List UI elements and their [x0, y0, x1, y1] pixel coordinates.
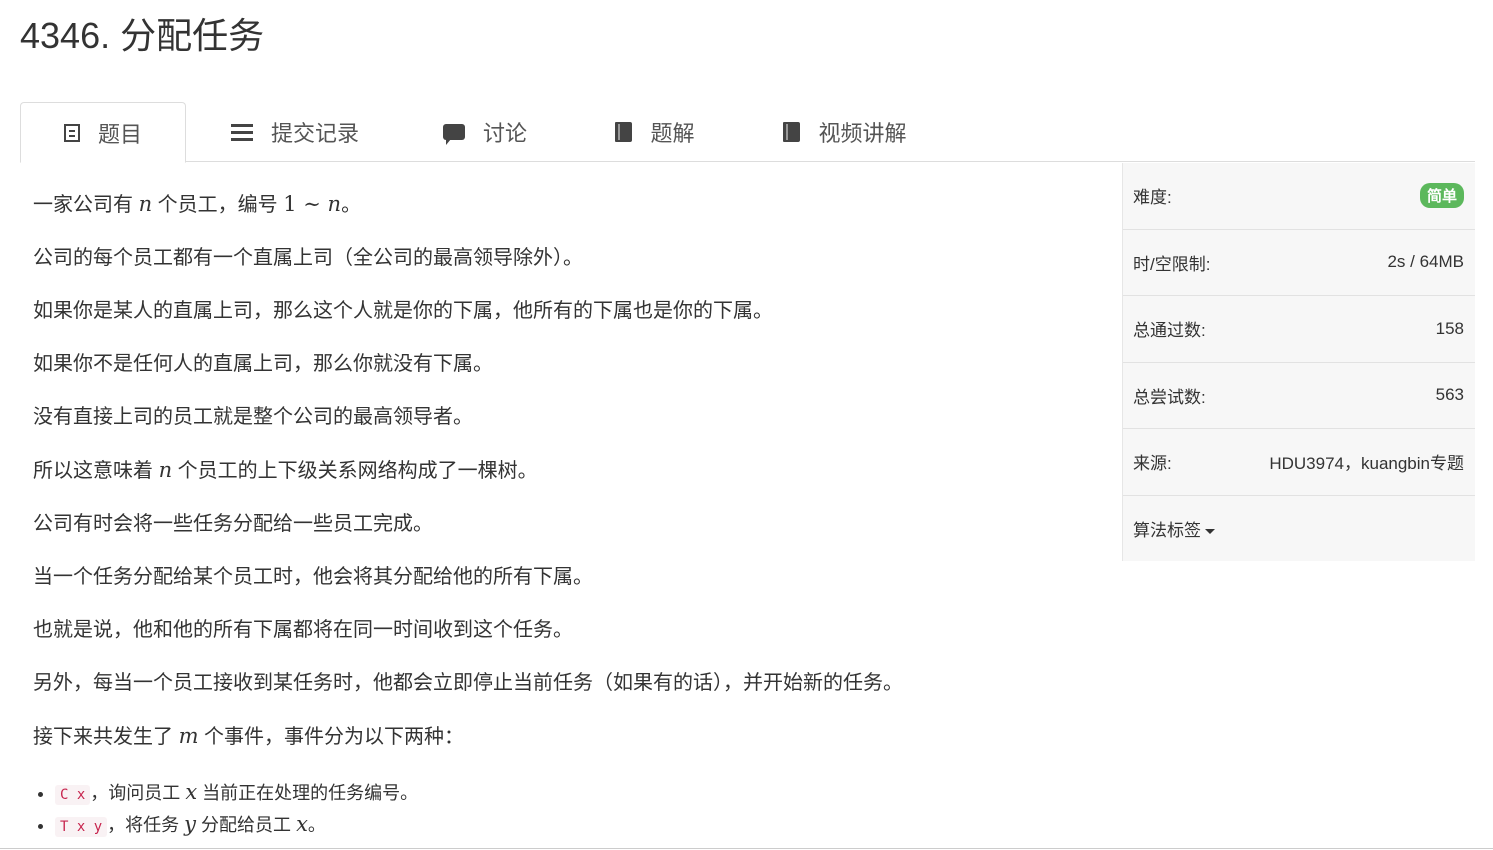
caret-down-icon	[1205, 529, 1215, 535]
limit-row: 时/空限制: 2s / 64MB	[1123, 230, 1475, 296]
difficulty-row: 难度: 简单	[1123, 163, 1475, 230]
passed-label: 总通过数:	[1133, 321, 1206, 341]
description-paragraph: 另外，每当一个员工接收到某任务时，他都会立即停止当前任务（如果有的话），并开始新…	[33, 672, 903, 694]
description-paragraph: 如果你不是任何人的直属上司，那么你就没有下属。	[33, 353, 493, 375]
list-item: T x y，将任务 y 分配给员工 x。	[55, 810, 1093, 842]
difficulty-label: 难度:	[1133, 188, 1172, 208]
tags-label: 算法标签	[1133, 521, 1201, 541]
passed-value: 158	[1435, 318, 1464, 338]
tab-label: 题解	[650, 121, 695, 146]
tried-label: 总尝试数:	[1133, 387, 1206, 407]
event-list: C x，询问员工 x 当前正在处理的任务编号。 T x y，将任务 y 分配给员…	[33, 778, 1093, 842]
document-icon	[63, 123, 80, 142]
description-paragraph: 也就是说，他和他的所有下属都将在同一时间收到这个任务。	[33, 619, 573, 641]
tab-solutions[interactable]: 题解	[595, 102, 715, 162]
tags-dropdown[interactable]: 算法标签	[1133, 516, 1215, 541]
book-icon	[783, 122, 801, 142]
difficulty-badge: 简单	[1419, 183, 1464, 209]
problem-info-panel: 难度: 简单 时/空限制: 2s / 64MB 总通过数: 158 总尝试数: …	[1122, 163, 1475, 561]
description-paragraph: 没有直接上司的员工就是整个公司的最高领导者。	[33, 406, 473, 428]
limit-value: 2s / 64MB	[1387, 252, 1464, 272]
description-paragraph: 所以这意味着 n 个员工的上下级关系网络构成了一棵树。	[33, 458, 538, 482]
tab-submissions[interactable]: 提交记录	[210, 102, 380, 162]
description-paragraph: 公司有时会将一些任务分配给一些员工完成。	[33, 513, 433, 535]
description-paragraph: 一家公司有 n 个员工，编号 1 ∼ n。	[33, 192, 362, 216]
tags-row: 算法标签	[1123, 496, 1475, 563]
divider	[0, 848, 1493, 849]
description-paragraph: 如果你是某人的直属上司，那么这个人就是你的下属，他所有的下属也是你的下属。	[33, 300, 773, 322]
tab-label: 提交记录	[270, 121, 359, 146]
tab-label: 讨论	[482, 121, 527, 146]
source-label: 来源:	[1133, 454, 1172, 474]
description-paragraph: 公司的每个员工都有一个直属上司（全公司的最高领导除外）。	[33, 247, 583, 269]
tried-value: 563	[1435, 385, 1464, 405]
book-icon	[615, 122, 633, 142]
comment-icon	[442, 124, 465, 145]
tried-row: 总尝试数: 563	[1123, 363, 1475, 429]
page-title: 4346. 分配任务	[20, 15, 265, 56]
source-row: 来源: HDU3974，kuangbin专题	[1123, 429, 1475, 496]
tab-label: 题目	[97, 121, 142, 147]
passed-row: 总通过数: 158	[1123, 296, 1475, 363]
tab-label: 视频讲解	[818, 121, 907, 146]
tab-problem[interactable]: 题目	[20, 102, 186, 163]
tab-discussion[interactable]: 讨论	[425, 102, 545, 162]
event-code: C x	[55, 785, 91, 805]
source-value[interactable]: HDU3974，kuangbin专题	[1269, 449, 1464, 474]
limit-label: 时/空限制:	[1133, 254, 1211, 274]
list-item: C x，询问员工 x 当前正在处理的任务编号。	[55, 778, 1093, 810]
event-code: T x y	[55, 817, 108, 837]
problem-description: 一家公司有 n 个员工，编号 1 ∼ n。 公司的每个员工都有一个直属上司（全公…	[33, 192, 1093, 842]
tab-video[interactable]: 视频讲解	[765, 102, 925, 162]
problem-tabs: 题目 提交记录 讨论 题解 视频讲解	[20, 102, 1475, 163]
list-icon	[230, 123, 253, 141]
description-paragraph: 接下来共发生了 m 个事件，事件分为以下两种：	[33, 724, 465, 748]
description-paragraph: 当一个任务分配给某个员工时，他会将其分配给他的所有下属。	[33, 566, 593, 588]
